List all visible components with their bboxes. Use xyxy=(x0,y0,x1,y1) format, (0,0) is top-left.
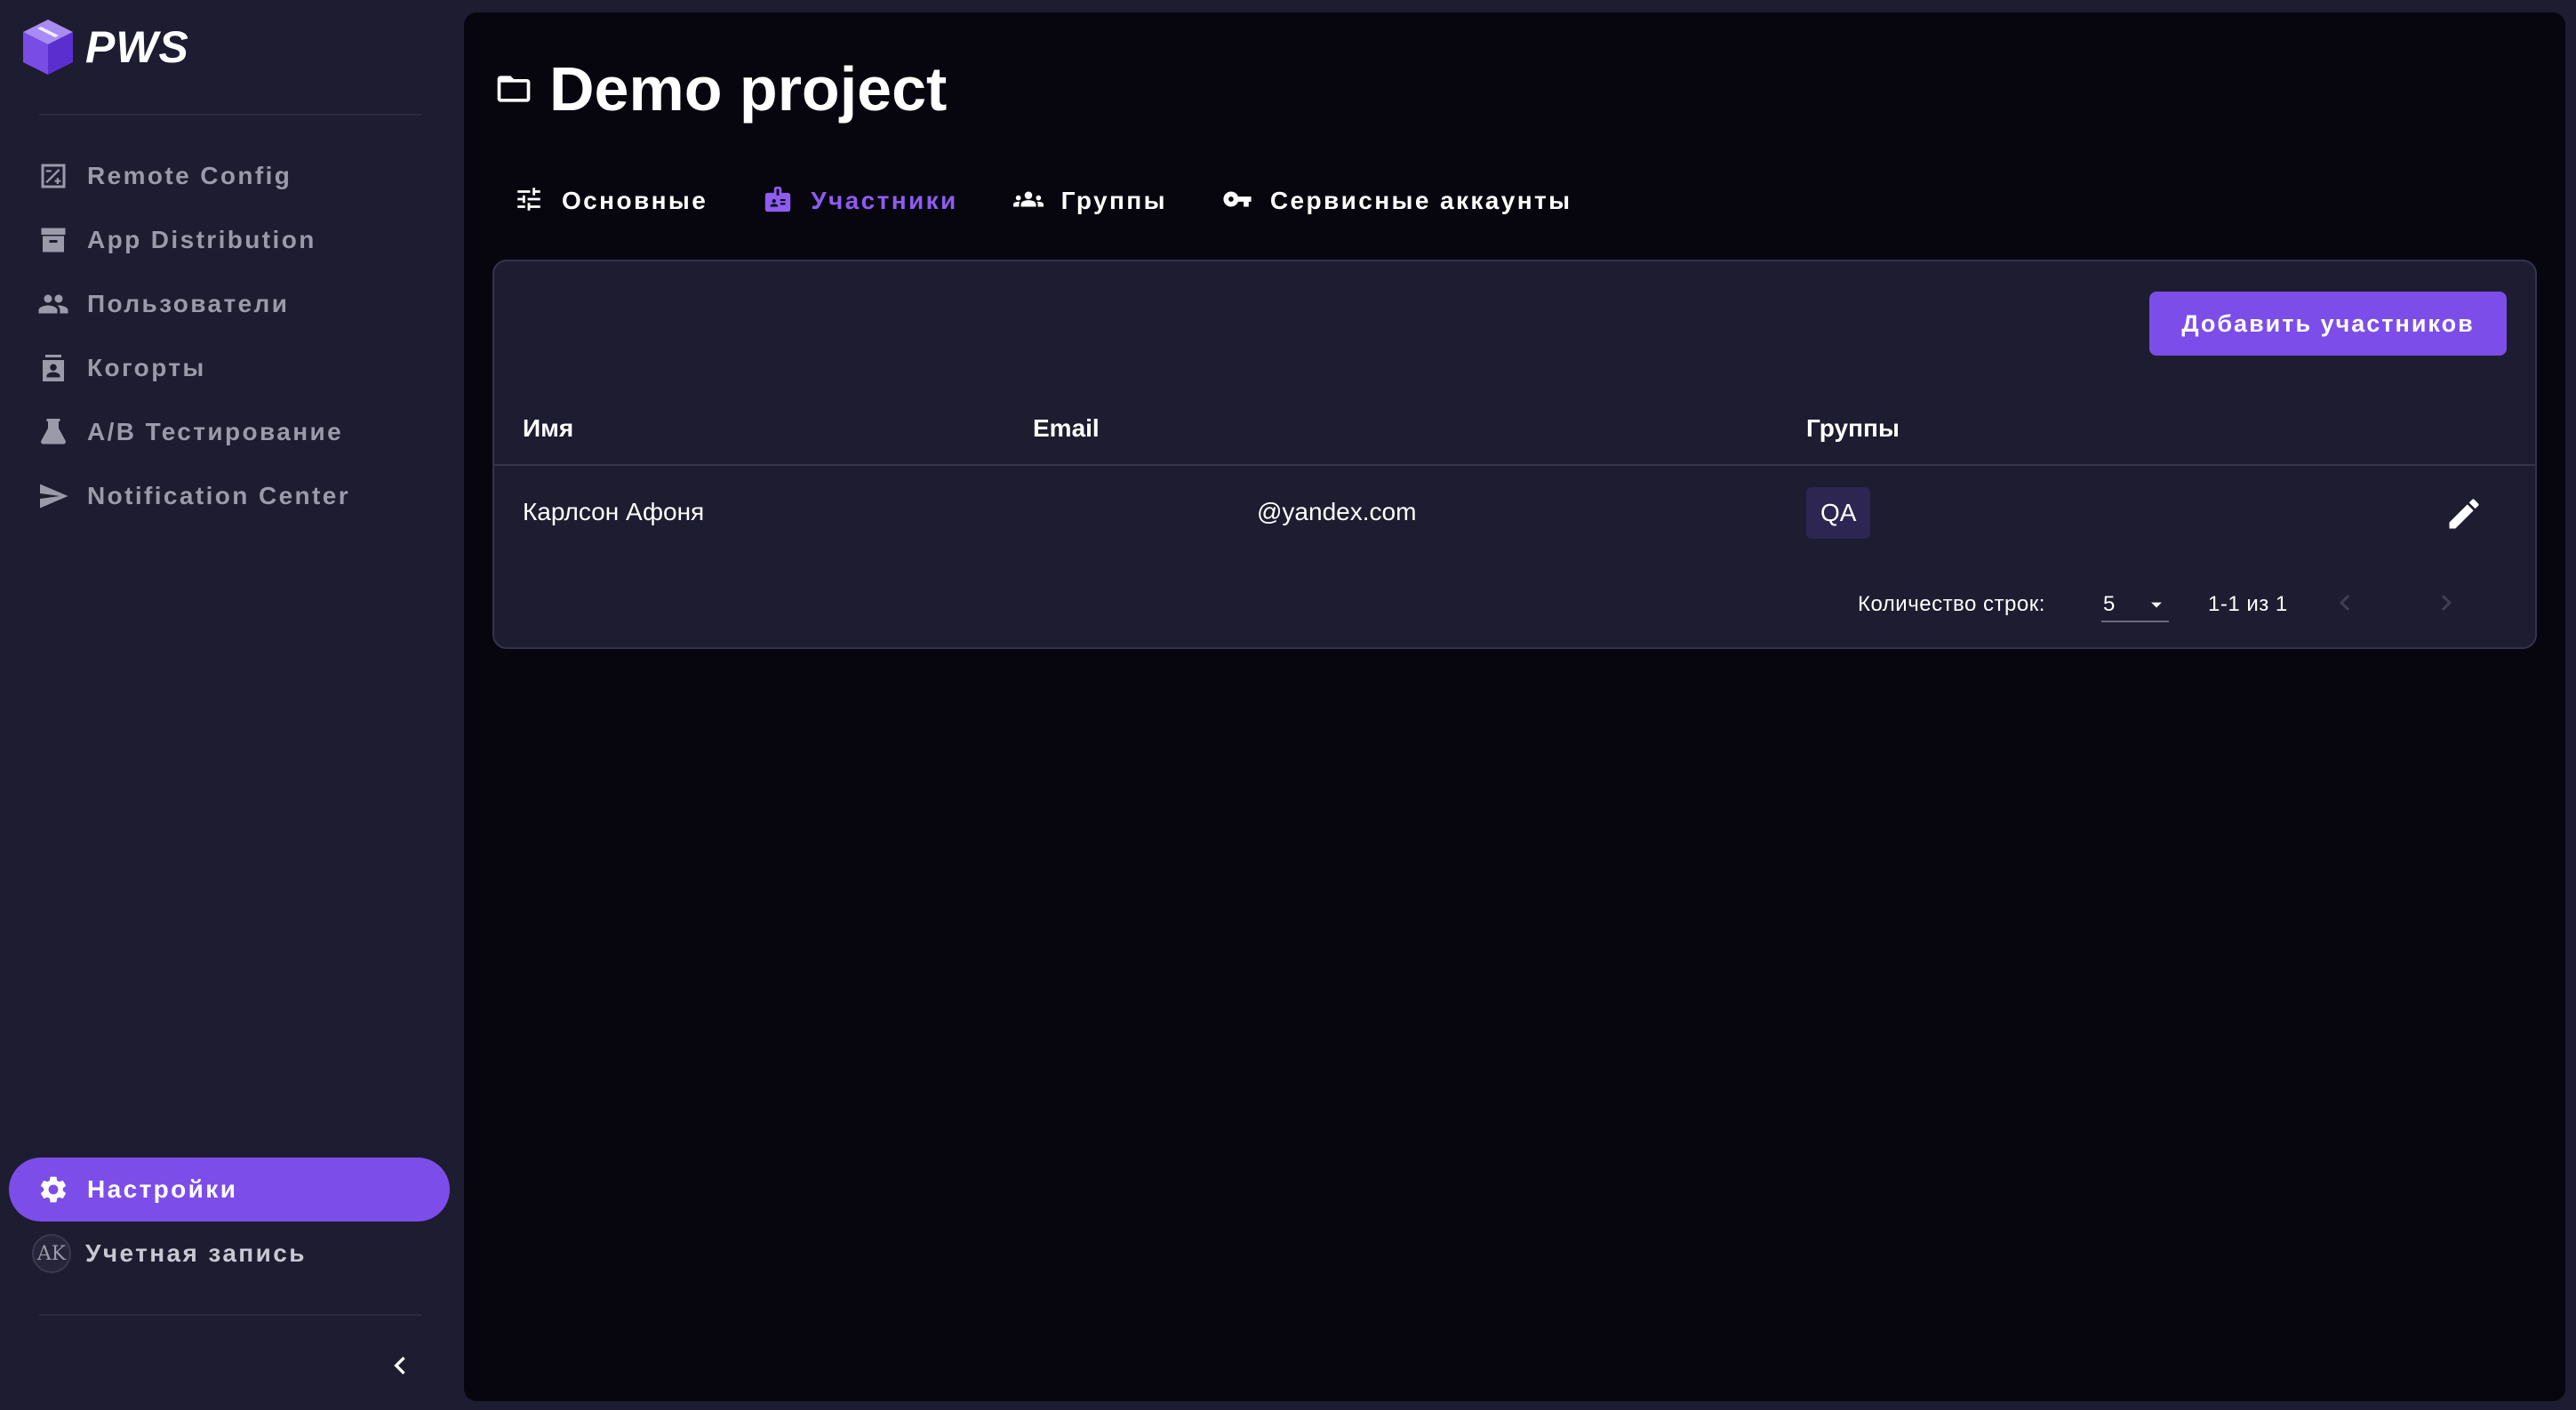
collapse-sidebar-button[interactable] xyxy=(380,1346,420,1385)
sidebar-nav: Remote Config App Distribution Пользоват… xyxy=(0,144,464,528)
chevron-left-icon xyxy=(394,1357,405,1374)
send-icon xyxy=(37,480,69,512)
main-content: Demo project Основные Участники Группы С… xyxy=(464,12,2565,1401)
group-chip: QA xyxy=(1806,487,1871,539)
column-header-name[interactable]: Имя xyxy=(523,414,573,443)
sidebar: PWS Remote Config App Distribution Польз… xyxy=(0,0,464,1410)
sidebar-item-label: Учетная запись xyxy=(85,1239,307,1267)
member-name: Карлсон Афоня xyxy=(523,498,705,525)
avatar: AK xyxy=(32,1234,71,1273)
column-header-email[interactable]: Email xyxy=(1033,414,1100,443)
cube-logo-icon xyxy=(23,20,73,75)
sidebar-divider xyxy=(39,114,421,116)
sidebar-item-remote-config[interactable]: Remote Config xyxy=(0,144,464,208)
sidebar-item-users[interactable]: Пользователи xyxy=(0,272,464,336)
tab-label: Основные xyxy=(562,187,708,214)
gear-icon xyxy=(37,1174,69,1206)
sidebar-item-label: Настройки xyxy=(87,1175,238,1203)
id-badge-icon xyxy=(763,184,793,219)
sidebar-item-label: Remote Config xyxy=(87,162,292,189)
tab-members[interactable]: Участники xyxy=(734,156,984,245)
sidebar-item-label: Пользователи xyxy=(87,290,290,317)
column-header-groups[interactable]: Группы xyxy=(1806,414,1900,443)
sidebar-item-cohorts[interactable]: Когорты xyxy=(0,336,464,400)
sidebar-item-account[interactable]: AK Учетная запись xyxy=(0,1222,464,1286)
badge-icon xyxy=(37,352,69,384)
page-header: Demo project xyxy=(494,52,947,126)
tab-label: Участники xyxy=(811,187,958,214)
tab-label: Сервисные аккаунты xyxy=(1269,187,1572,214)
tab-general[interactable]: Основные xyxy=(485,156,734,245)
app-logo[interactable]: PWS xyxy=(21,18,189,76)
sidebar-item-settings[interactable]: Настройки xyxy=(9,1158,450,1222)
people-icon xyxy=(37,288,69,320)
archive-icon xyxy=(37,224,69,256)
table-header: Имя Email Группы xyxy=(494,393,2535,466)
email-redaction xyxy=(1033,494,1257,530)
dropdown-arrow-icon xyxy=(2151,602,2162,608)
sidebar-item-ab-testing[interactable]: A/B Тестирование xyxy=(0,400,464,464)
project-tabs: Основные Участники Группы Сервисные акка… xyxy=(485,156,1598,245)
member-email: @yandex.com xyxy=(1257,498,1417,525)
next-page-button[interactable] xyxy=(2421,578,2471,628)
table-row[interactable]: Карлсон Афоня @yandex.com QA xyxy=(494,468,2535,560)
sidebar-item-label: A/B Тестирование xyxy=(87,418,344,445)
sidebar-divider xyxy=(39,1314,421,1316)
folder-icon xyxy=(494,69,533,108)
tab-label: Группы xyxy=(1060,187,1167,214)
app-name: PWS xyxy=(85,22,189,72)
sidebar-item-label: Notification Center xyxy=(87,482,351,509)
pencil-icon xyxy=(2449,499,2479,529)
tab-groups[interactable]: Группы xyxy=(985,156,1194,245)
key-icon xyxy=(1222,184,1252,219)
groups-icon xyxy=(1012,184,1044,219)
flask-icon xyxy=(37,416,69,448)
rows-per-page-select[interactable]: 5 xyxy=(2101,580,2169,622)
sidebar-bottom: Настройки AK Учетная запись xyxy=(0,1158,464,1286)
sidebar-item-label: Когорты xyxy=(87,354,206,381)
rows-per-page-value: 5 xyxy=(2103,592,2116,616)
remote-config-icon xyxy=(37,160,69,192)
sidebar-item-notification-center[interactable]: Notification Center xyxy=(0,464,464,528)
edit-member-button[interactable] xyxy=(2443,493,2485,535)
add-members-button[interactable]: Добавить участников xyxy=(2149,292,2507,356)
chevron-right-icon xyxy=(2441,595,2452,611)
rows-per-page-label: Количество строк: xyxy=(1858,592,2045,616)
table-pagination: Количество строк: 5 1-1 из 1 xyxy=(494,560,2535,649)
sliders-icon xyxy=(514,184,544,219)
pagination-range: 1-1 из 1 xyxy=(2208,592,2288,616)
sidebar-item-app-distribution[interactable]: App Distribution xyxy=(0,208,464,272)
sidebar-item-label: App Distribution xyxy=(87,226,316,253)
tab-service-accounts[interactable]: Сервисные аккаунты xyxy=(1194,156,1599,245)
page-title: Demo project xyxy=(549,54,948,124)
chevron-left-icon xyxy=(2340,595,2350,611)
previous-page-button[interactable] xyxy=(2320,578,2370,628)
members-card: Добавить участников Имя Email Группы Кар… xyxy=(492,260,2537,649)
